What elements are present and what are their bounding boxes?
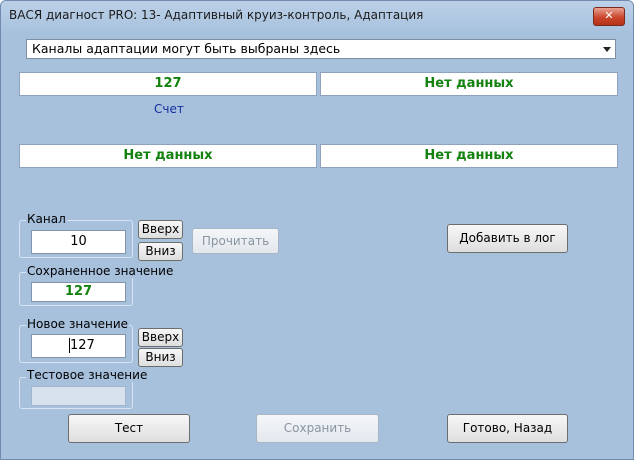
dropdown-selected-value: Каналы адаптации могут быть выбраны здес… <box>32 41 341 56</box>
close-icon: ✕ <box>604 9 614 22</box>
value-display-3: Нет данных <box>19 144 317 168</box>
new-value-up-button[interactable]: Вверх <box>138 328 183 347</box>
window-title: ВАСЯ диагност PRO: 13- Адаптивный круиз-… <box>9 8 424 22</box>
channel-input[interactable]: 10 <box>31 230 126 254</box>
read-button[interactable]: Прочитать <box>192 228 279 254</box>
client-area: Каналы адаптации могут быть выбраны здес… <box>9 31 625 451</box>
saved-value-label: Сохраненное значение <box>26 264 175 278</box>
value-display-2: Нет данных <box>320 72 618 96</box>
channel-down-button[interactable]: Вниз <box>138 242 183 261</box>
test-value-label: Тестовое значение <box>26 368 149 382</box>
new-value-input[interactable]: 127 <box>31 334 126 358</box>
close-button[interactable]: ✕ <box>593 7 625 26</box>
value-caption-count: Счет <box>154 102 184 116</box>
chevron-down-icon[interactable] <box>603 47 611 52</box>
test-button[interactable]: Тест <box>68 414 190 443</box>
value-display-1: 127 <box>19 72 317 96</box>
done-back-button[interactable]: Готово, Назад <box>447 414 568 443</box>
value-display-4: Нет данных <box>320 144 618 168</box>
test-value-input <box>31 386 126 406</box>
saved-value-display: 127 <box>31 282 126 302</box>
adaptation-window: ВАСЯ диагност PRO: 13- Адаптивный круиз-… <box>0 0 634 460</box>
add-to-log-button[interactable]: Добавить в лог <box>447 224 568 253</box>
new-value-down-button[interactable]: Вниз <box>138 348 183 367</box>
new-value-text: 127 <box>70 338 95 353</box>
title-bar[interactable]: ВАСЯ диагност PRO: 13- Адаптивный круиз-… <box>1 1 633 31</box>
new-value-label: Новое значение <box>26 317 130 331</box>
adaptation-channels-dropdown[interactable]: Каналы адаптации могут быть выбраны здес… <box>26 39 616 59</box>
save-button[interactable]: Сохранить <box>256 414 379 443</box>
channel-label: Канал <box>26 212 67 226</box>
channel-up-button[interactable]: Вверх <box>138 220 183 239</box>
